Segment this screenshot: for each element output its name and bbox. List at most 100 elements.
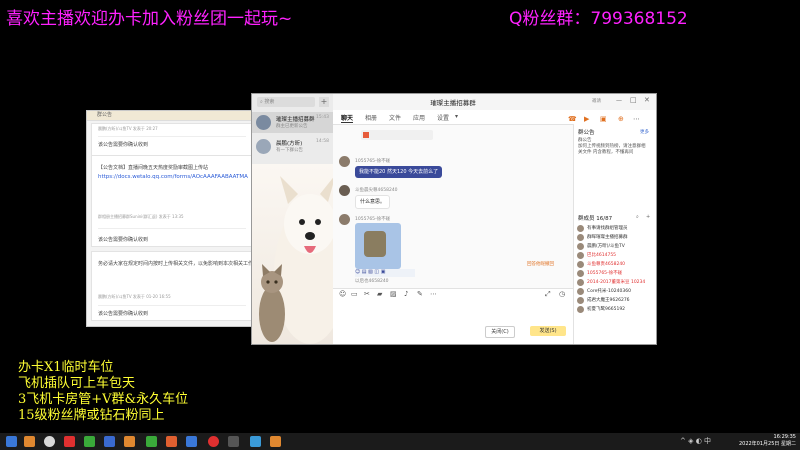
notice-card[interactable]: 务必请大家在规定时间内按时上传相关文件，以免影响到本次相关工作 晨鹏(方昕)/斗… (91, 251, 253, 321)
member-item[interactable]: 有事请找群组管理员 (577, 224, 655, 233)
app-icon[interactable] (104, 436, 115, 447)
member-item[interactable]: 斗鱼尊贵4658240 (577, 260, 655, 269)
scissors-icon[interactable]: ✂ (364, 290, 370, 298)
chat-title: 璀璨主播招募群 (430, 99, 476, 107)
close-button[interactable]: 关闭(C) (485, 326, 515, 338)
history-icon[interactable]: ◷ (559, 290, 565, 298)
system-clock[interactable]: 16:29:35 2022年01月25日 星期二 (739, 434, 796, 448)
close-icon[interactable]: ✕ (644, 96, 650, 104)
conversation-list: ⌕ 搜索 + 璀璨主播招募群 群主已更新公告 15:43 晨鹏(方昕) 有一下群… (252, 94, 333, 344)
member-item[interactable]: 成君大魔王9626276 (577, 296, 655, 305)
avatar (339, 185, 350, 196)
member-item[interactable]: 晨鹏(方昕)/斗鱼TV (577, 242, 655, 251)
more-icon[interactable]: ⋯ (430, 290, 437, 298)
windows-taskbar: ^ ◈ ◐ 中 16:29:35 2022年01月25日 星期二 (0, 433, 800, 450)
avatar (577, 225, 584, 232)
app-icon[interactable] (166, 436, 177, 447)
member-item[interactable]: 群晖璀璨主播招募群 (577, 233, 655, 242)
avatar (256, 115, 271, 130)
phone-icon[interactable]: ☎ (568, 115, 577, 123)
member-item[interactable]: Core托米-10240360 (577, 287, 655, 296)
app-icon[interactable] (186, 436, 197, 447)
message-bubble[interactable]: 我能不能20 然天120 今天去前么了 (355, 166, 443, 178)
file-preview-card[interactable] (361, 130, 433, 140)
sticker-image[interactable] (355, 223, 401, 269)
reaction-bar[interactable]: ☺ ▤ ▧ ◫ ▣ (355, 269, 415, 277)
chevron-down-icon[interactable]: ▾ (455, 113, 458, 120)
conversation-item[interactable]: 璀璨主播招募群 群主已更新公告 15:43 (252, 112, 333, 133)
members-title: 群成员 16/87 (578, 216, 613, 222)
add-member-icon[interactable]: + (646, 214, 650, 220)
avatar (577, 252, 584, 259)
search-placeholder: 搜索 (264, 99, 275, 105)
tab-files[interactable]: 文件 (389, 113, 401, 122)
emoji-icon[interactable]: ☺ (339, 290, 346, 298)
gif-icon[interactable]: ▭ (351, 290, 358, 298)
qq-icon[interactable] (250, 436, 261, 447)
screen-share-icon[interactable]: ▣ (600, 115, 607, 123)
clock-date: 2022年01月25日 星期二 (738, 441, 796, 447)
send-button[interactable]: 发送(S) (530, 326, 566, 336)
notice-text: 【公告文档】直播间晚五天热度奖励审截图上传站 (98, 165, 209, 171)
app-icon[interactable] (124, 436, 135, 447)
conversation-item[interactable]: 晨鹏(方昕) 有一下群公告 14:58 (252, 136, 333, 157)
more-icon[interactable]: ⋯ (633, 115, 640, 123)
member-name: 初夏飞鹭9665192 (587, 307, 626, 312)
notice-link[interactable]: https://docs.wetalo.qq.com/forms/AOcAAAF… (98, 174, 248, 180)
notice-window-title: 群公告 (87, 111, 255, 121)
member-name: 斗鱼尊贵4658240 (587, 262, 626, 267)
member-item[interactable]: 初夏飞鹭9665192 (577, 305, 655, 314)
search-input[interactable]: ⌕ 搜索 (257, 97, 315, 107)
avatar (577, 288, 584, 295)
member-item[interactable]: 巴比4614755 (577, 251, 655, 260)
start-icon[interactable] (6, 436, 17, 447)
tray-icons[interactable]: ^ ◈ ◐ 中 (680, 436, 711, 446)
notice-status: 该公告需要你确认收到 (98, 142, 149, 148)
notice-card[interactable]: 【公告文档】直播间晚五天热度奖励审截图上传站 https://docs.weta… (91, 155, 253, 247)
divider (98, 228, 246, 229)
avatar (577, 297, 584, 304)
search-icon: ⌕ (260, 99, 263, 105)
mic-icon[interactable]: ♪ (404, 290, 408, 298)
add-button[interactable]: + (319, 97, 329, 107)
more-link[interactable]: 更多 (640, 129, 649, 135)
group-notice-window: 群公告 晨鹏(方昕)/斗鱼TV 发表于 20:27 该公告需要你确认收到 【公告… (86, 110, 256, 327)
app-icon[interactable] (228, 436, 239, 447)
file-icon (363, 132, 369, 138)
avatar (577, 306, 584, 313)
recall-hint: 回答他呢撤回 (527, 262, 554, 267)
video-icon[interactable]: ▶ (584, 115, 589, 123)
app-icon[interactable] (84, 436, 95, 447)
overlay-banner-left: 喜欢主播欢迎办卡加入粉丝团一起玩~ (6, 9, 293, 29)
wechat-icon[interactable] (146, 436, 157, 447)
tab-apps[interactable]: 应用 (413, 113, 425, 122)
minimize-icon[interactable]: — (616, 97, 622, 104)
image-icon[interactable]: ▨ (390, 290, 397, 298)
member-name: 1055765-徐不碰 (587, 271, 623, 276)
message-bubble[interactable]: 什么意思。 (355, 195, 391, 209)
invite-link[interactable]: 邀请 (592, 98, 601, 104)
netease-icon[interactable] (208, 436, 219, 447)
maximize-icon[interactable]: □ (630, 96, 637, 104)
tab-settings[interactable]: 设置 (437, 113, 449, 122)
avatar (577, 243, 584, 250)
chrome-icon[interactable] (44, 436, 55, 447)
avatar (577, 234, 584, 241)
message-input[interactable]: 关闭(C) 发送(S) (333, 300, 573, 344)
tools-icon[interactable]: ✎ (417, 290, 423, 298)
member-name: 成君大魔王9626276 (587, 298, 630, 303)
app-icon[interactable] (270, 436, 281, 447)
tab-album[interactable]: 相册 (365, 113, 377, 122)
search-icon[interactable]: ⌕ (636, 214, 639, 220)
expand-icon[interactable]: ⤢ (545, 290, 551, 299)
tab-chat[interactable]: 聊天 (341, 113, 354, 123)
app-icon[interactable] (24, 436, 35, 447)
add-icon[interactable]: ⊕ (618, 115, 624, 123)
member-item[interactable]: 1055765-徐不碰 (577, 269, 655, 278)
folder-icon[interactable]: ▰ (377, 290, 382, 298)
app-icon[interactable] (64, 436, 75, 447)
divider (98, 305, 246, 306)
notice-title: 群公告 (578, 130, 595, 136)
member-item[interactable]: 2014-2017董第米豆 10234 (577, 278, 655, 287)
typing-hint: 以后也4658240 (355, 279, 389, 284)
